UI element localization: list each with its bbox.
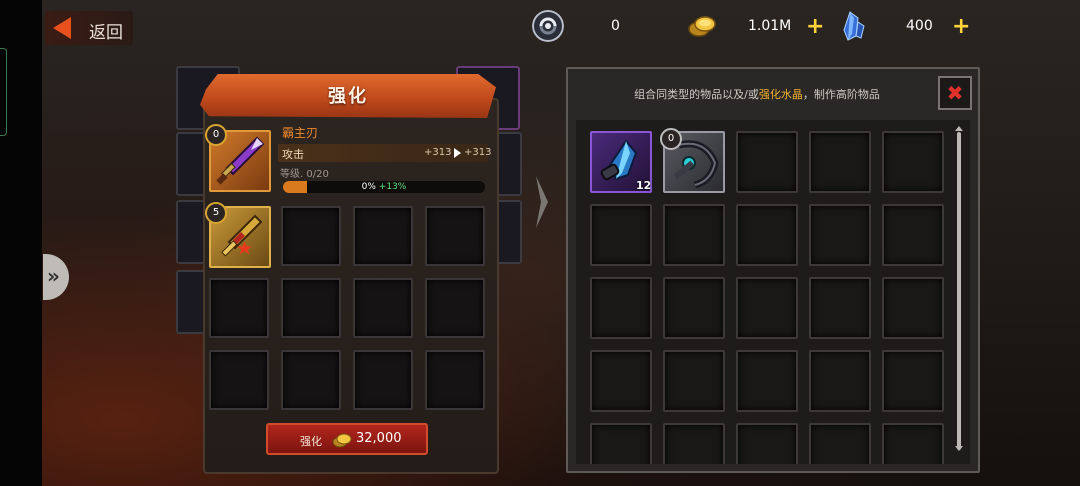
crystal-quantity: 12 (636, 179, 652, 192)
stat-current: +313 (424, 147, 452, 158)
gold-coin-icon (688, 16, 716, 37)
level-text: 等级. 0/20 (280, 169, 329, 180)
stat-next: +313 (464, 147, 492, 158)
scroll-down-icon[interactable] (955, 446, 963, 451)
material-slot[interactable] (353, 350, 413, 410)
inventory-slot[interactable] (736, 204, 798, 266)
dark-weapon-level-badge: 0 (660, 128, 682, 150)
desc-highlight: 强化水晶 (758, 88, 803, 101)
inventory-slot[interactable] (736, 277, 798, 339)
dark-orb-value: 0 (611, 18, 620, 34)
scrollbar[interactable] (957, 132, 961, 450)
inventory-slot[interactable] (809, 277, 871, 339)
resource-crystal: 400 + (836, 10, 970, 44)
material-slot[interactable] (209, 350, 269, 410)
material-slot[interactable] (353, 278, 413, 338)
inventory-slot[interactable] (882, 131, 944, 193)
dark-orb-icon (532, 10, 564, 42)
back-arrow-icon (53, 17, 71, 39)
desc-text-end: ，制作高阶物品 (802, 88, 880, 101)
close-button[interactable]: ✖ (938, 76, 972, 110)
enhance-button-label: 强化 (300, 435, 322, 448)
inventory-slot[interactable] (663, 350, 725, 412)
item-name: 霸主刃 (282, 126, 319, 140)
chevron-right-icon: » (47, 264, 60, 288)
gold-coin-icon (332, 433, 352, 448)
arrow-right-icon (454, 148, 461, 158)
material-slot[interactable] (281, 350, 341, 410)
inventory-slot[interactable] (736, 131, 798, 193)
inventory-slot[interactable] (663, 204, 725, 266)
chevron-right-icon[interactable] (532, 172, 552, 232)
enhance-button[interactable]: 强化 32,000 (266, 423, 428, 455)
resource-gold: 1.01M + (686, 10, 836, 44)
material-slot[interactable] (209, 278, 269, 338)
enhance-cost: 32,000 (356, 431, 402, 446)
material-slot[interactable] (281, 206, 341, 266)
desc-text: 组合同类型的物品以及/或 (634, 88, 759, 101)
combine-description: 组合同类型的物品以及/或强化水晶，制作高阶物品 (578, 86, 936, 102)
inventory-slot[interactable] (882, 423, 944, 464)
inventory-slot[interactable] (590, 204, 652, 266)
material-slot[interactable] (425, 206, 485, 266)
resource-dark-orb: 0 (532, 10, 652, 44)
inventory-slot[interactable] (590, 277, 652, 339)
material-level-badge: 5 (205, 202, 227, 224)
blue-crystal-icon (843, 11, 865, 41)
target-level-badge: 0 (205, 124, 227, 146)
inventory-slot[interactable] (736, 423, 798, 464)
stat-label: 攻击 (282, 148, 304, 161)
progress-gain: +13% (378, 182, 407, 192)
stat-row: 攻击 +313 +313 (278, 144, 492, 162)
material-slot[interactable] (425, 278, 485, 338)
close-icon: ✖ (946, 81, 964, 105)
crystal-value: 400 (906, 18, 933, 34)
inventory-slot[interactable] (809, 131, 871, 193)
inventory-slot[interactable] (663, 277, 725, 339)
inventory-slot[interactable] (809, 204, 871, 266)
inventory-slot[interactable] (590, 350, 652, 412)
progress-percent: 0% (361, 182, 376, 192)
inventory-slot[interactable] (590, 423, 652, 464)
inventory-slot[interactable] (809, 423, 871, 464)
inventory-slot[interactable] (736, 350, 798, 412)
scroll-up-icon[interactable] (955, 126, 963, 131)
enhance-title: 强化 (328, 86, 368, 107)
back-button[interactable]: 返回 (45, 11, 133, 45)
inventory-slot[interactable] (882, 277, 944, 339)
material-slot[interactable] (281, 278, 341, 338)
inventory-slot[interactable] (882, 204, 944, 266)
add-gold-button[interactable]: + (806, 16, 824, 38)
back-label: 返回 (89, 23, 123, 43)
inventory-slot[interactable] (882, 350, 944, 412)
inventory-slot[interactable] (809, 350, 871, 412)
gold-value: 1.01M (748, 18, 792, 34)
progress-text: 0% +13% (283, 181, 485, 193)
material-slot[interactable] (353, 206, 413, 266)
inventory-slot[interactable] (663, 423, 725, 464)
add-crystal-button[interactable]: + (952, 16, 970, 38)
side-tab-indicator (0, 48, 7, 136)
material-slot[interactable] (425, 350, 485, 410)
